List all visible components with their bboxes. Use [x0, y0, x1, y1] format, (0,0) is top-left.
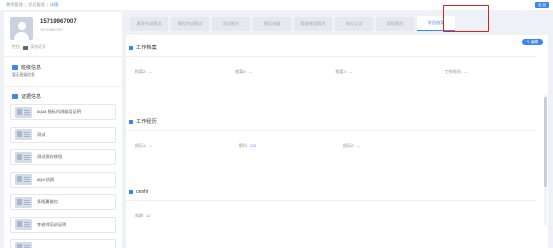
field-value: ---	[463, 69, 468, 74]
field-label: 经历2:	[343, 143, 355, 148]
certificate-thumbnail-icon	[15, 219, 32, 230]
field-value: ---	[148, 143, 153, 148]
cert-item[interactable]: 多版属能也	[10, 194, 116, 210]
work-experience-block: 工作经历 经历1: --- 职位: CG 经历2: ---	[126, 118, 536, 149]
cert-section-title: 证据信息	[21, 94, 42, 100]
student-file-panel: ✎ 编辑 工作档案 档案2: --- 档案4: --- 档案3: --- 工作时间: -…	[126, 35, 548, 248]
tab-cert-progress[interactable]: 报证进展	[253, 17, 291, 31]
field: 档案3: ---	[335, 69, 435, 75]
field: 经历2: ---	[343, 143, 447, 149]
certificate-thumbnail-icon	[15, 106, 32, 118]
certificate-thumbnail-icon	[15, 129, 32, 140]
field-value: CG	[250, 143, 257, 148]
certificate-thumbnail-icon	[15, 196, 32, 208]
cert-list: aqua 指标内测级培证明 测试 测试保存按钮 aiya 执照 多版属能也 李老…	[4, 104, 122, 248]
tab-package-usage[interactable]: 套餐使用情况	[294, 17, 332, 31]
certificate-thumbnail-icon	[15, 151, 32, 163]
student-name: 15719967007	[40, 19, 77, 25]
field-label: 经历1:	[135, 143, 147, 148]
field-label: 档案3:	[335, 69, 347, 74]
field-value: 12	[146, 213, 151, 218]
field: 年龄: 12	[135, 213, 239, 219]
ceshi-block: ceshi 年龄: 12	[126, 189, 536, 219]
certificate-thumbnail-icon	[15, 174, 32, 185]
cert-label: aiya 执照	[37, 176, 55, 182]
field-value: ---	[148, 69, 153, 74]
field-value: ---	[356, 143, 361, 148]
breadcrumb-separator: /	[24, 2, 26, 8]
field-label: 工作时间:	[444, 69, 462, 74]
field: 职位: CG	[239, 143, 343, 149]
cert-item[interactable]: aiya 执照	[10, 171, 116, 188]
tab-course-completion[interactable]: 课表完成情况	[130, 17, 168, 31]
tab-student-file[interactable]: 学员档案	[417, 16, 455, 31]
field: 档案2: ---	[135, 69, 235, 75]
cert-item[interactable]	[10, 239, 116, 248]
student-phone: 15719967007	[40, 28, 64, 32]
work-file-title: 工作档案	[136, 45, 157, 51]
certificate-thumbnail-icon	[15, 241, 32, 248]
field: 经历1: ---	[135, 143, 239, 149]
cert-label: 测试	[37, 131, 46, 137]
profile-card: 15719967007 15719967007 性别 身份证号	[4, 12, 122, 57]
gender-icon	[22, 45, 28, 50]
work-file-block: 工作档案 档案2: --- 档案4: --- 档案3: --- 工作时间: ---	[126, 44, 536, 75]
breadcrumb-item[interactable]: 教师管理	[6, 2, 23, 8]
field-label: 档案4:	[235, 69, 247, 74]
field-label: 档案2:	[135, 69, 147, 74]
cert-label: 多版属能也	[37, 199, 58, 204]
field-label: 年龄:	[135, 213, 145, 218]
tab-insurance[interactable]: 保险情况	[376, 17, 414, 31]
breadcrumb-item[interactable]: 学员管理	[28, 2, 45, 8]
avatar	[10, 17, 33, 40]
scrollbar-thumb[interactable]	[544, 97, 547, 187]
detail-tabs: 课表完成情况 课程完成情况 活动报名 报证进展 套餐使用情况 岗位认证 保险情况…	[126, 12, 548, 33]
field-value: ---	[348, 69, 353, 74]
section-marker-icon	[129, 45, 133, 50]
field-value: ---	[248, 69, 253, 74]
gender-label: 性别	[12, 45, 20, 49]
breadcrumb-separator: /	[46, 2, 48, 8]
cert-item[interactable]: aqua 指标内测级培证明	[10, 104, 116, 120]
tab-lesson-completion[interactable]: 课程完成情况	[171, 17, 209, 31]
section-marker-icon	[129, 119, 133, 124]
cert-label: 李老师培训证明	[37, 221, 67, 227]
class-icon	[12, 65, 18, 70]
profile-meta: 性别 身份证号	[12, 45, 46, 50]
ceshi-title: ceshi	[136, 189, 149, 195]
section-marker-icon	[129, 190, 133, 194]
cert-item[interactable]: 测试	[10, 126, 116, 143]
class-info-value: 暂无班级信息	[12, 73, 35, 77]
student-sidebar: 15719967007 15719967007 性别 身份证号 班级信息 暂无班…	[4, 12, 122, 248]
cert-item[interactable]: 李老师培训证明	[10, 216, 116, 233]
class-info-section: 班级信息 暂无班级信息	[4, 57, 122, 87]
cert-section: 证据信息 aqua 指标内测级培证明 测试 测试保存按钮 aiya 执照 多版属…	[4, 87, 122, 248]
top-bar: 教师管理 / 学员管理 / 详情 返 回	[0, 0, 553, 10]
field: 工作时间: ---	[436, 69, 537, 75]
back-button[interactable]: 返 回	[535, 2, 549, 8]
breadcrumb-current: 详情	[49, 2, 59, 7]
cert-item[interactable]: 测试保存按钮	[10, 149, 116, 165]
cert-label: 测试保存按钮	[37, 154, 63, 159]
class-info-title: 班级信息	[21, 65, 42, 71]
work-exp-title: 工作经历	[136, 119, 157, 125]
tab-post-cert[interactable]: 岗位认证	[335, 17, 373, 31]
id-tag: 身份证号	[30, 45, 46, 49]
field-label: 职位:	[239, 143, 249, 148]
field: 档案4: ---	[235, 69, 335, 75]
cert-label: aqua 指标内测级培证明	[37, 109, 81, 114]
tab-activity-signup[interactable]: 活动报名	[212, 17, 250, 31]
certificate-icon	[12, 94, 18, 99]
